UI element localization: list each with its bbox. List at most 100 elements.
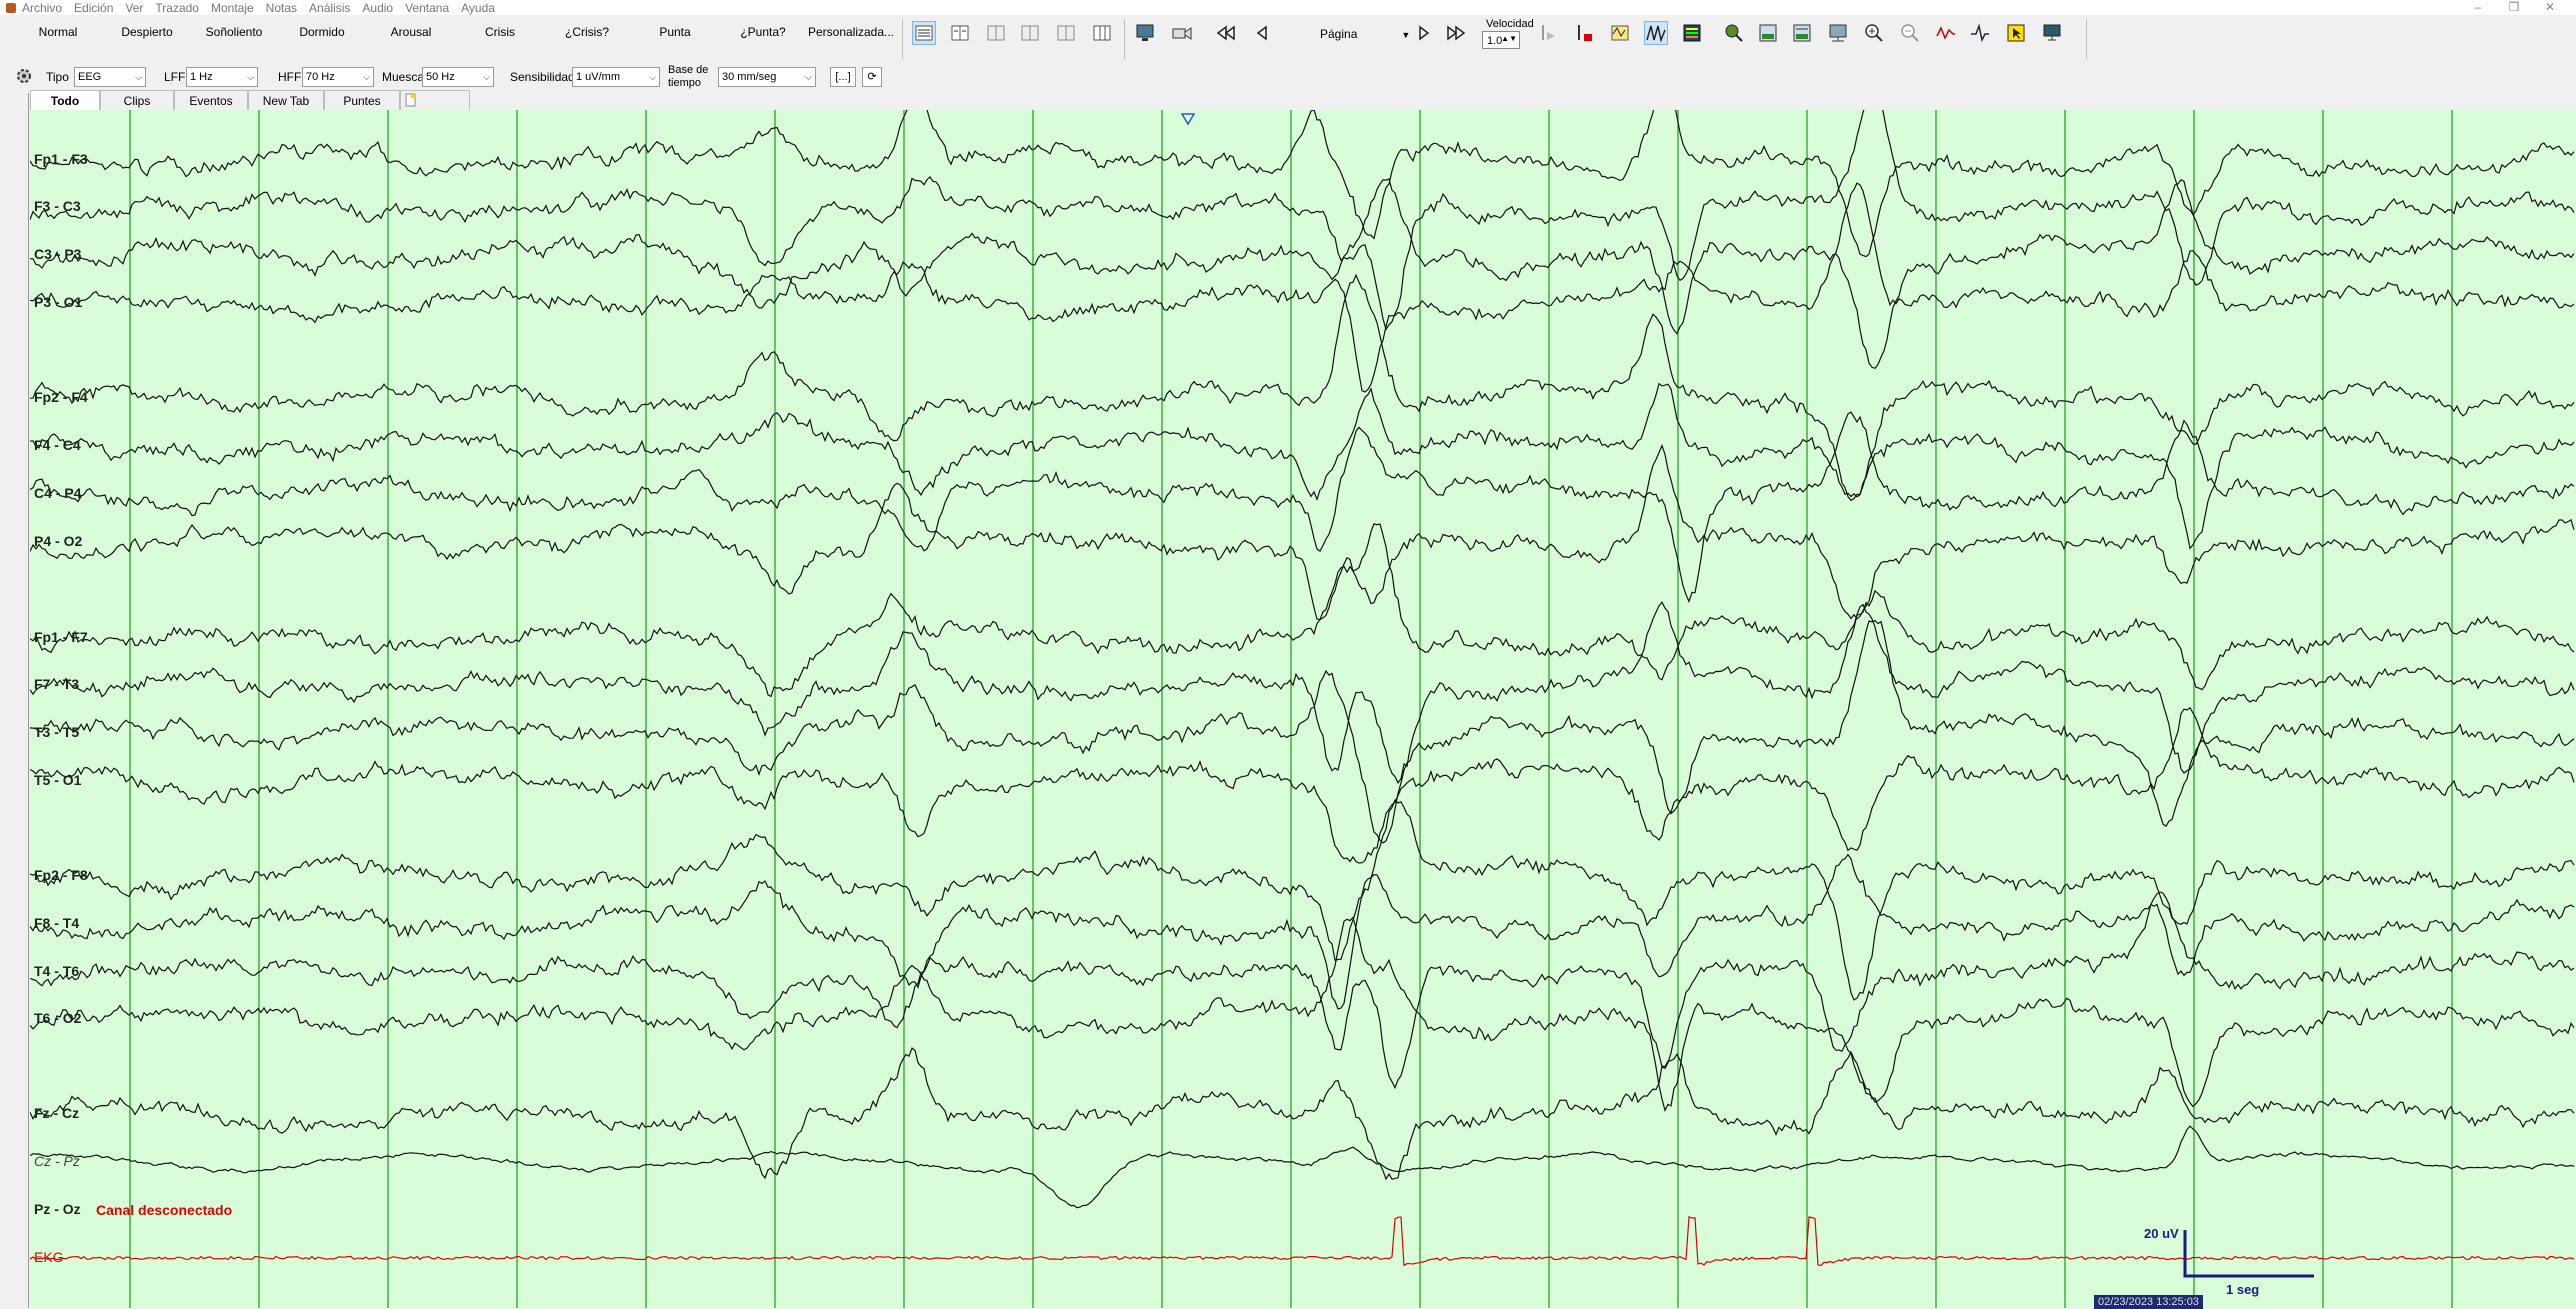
state-despierto-button[interactable]: Despierto <box>112 21 182 43</box>
menu-ayuda[interactable]: Ayuda <box>461 1 495 15</box>
add-tab-icon[interactable] <box>400 90 470 110</box>
marker-red-icon[interactable] <box>1572 21 1596 45</box>
layout-book-icon[interactable] <box>948 21 972 45</box>
tab-eventos[interactable]: Eventos <box>174 90 248 110</box>
network-icon[interactable] <box>1826 21 1850 45</box>
tab-new-tab[interactable]: New Tab <box>248 90 324 110</box>
marker-gray-icon[interactable] <box>1536 21 1560 45</box>
cursor-icon[interactable] <box>2004 21 2028 45</box>
minimize-icon[interactable]: – <box>2460 0 2496 14</box>
menu-audio[interactable]: Audio <box>362 1 393 15</box>
state-punta-button[interactable]: Punta <box>646 21 704 43</box>
tab-puntes[interactable]: Puntes <box>324 90 400 110</box>
menu-analisis[interactable]: Análisis <box>309 1 350 15</box>
display-icon[interactable] <box>2040 21 2064 45</box>
restore-icon[interactable]: ❐ <box>2496 0 2532 14</box>
sensitivity-select[interactable]: 1 uV/mm ⌵ <box>572 67 660 87</box>
report-list-icon[interactable] <box>1790 21 1814 45</box>
fast-forward-icon[interactable] <box>1444 21 1468 45</box>
hff-value: 70 Hz <box>306 71 335 83</box>
previous-icon[interactable] <box>1250 21 1274 45</box>
state-personalizada-button[interactable]: Personalizada... <box>806 21 896 43</box>
lff-select[interactable]: 1 Hz ⌵ <box>186 67 258 87</box>
channel-label[interactable]: T4 - T6 <box>34 963 79 979</box>
zoom-out-icon[interactable] <box>1898 21 1922 45</box>
state-crisis-q-button[interactable]: ¿Crisis? <box>556 21 618 43</box>
type-select[interactable]: EEG ⌵ <box>74 67 146 87</box>
channel-label[interactable]: Fp1 - F3 <box>34 151 88 167</box>
menu-edicion[interactable]: Edición <box>74 1 113 15</box>
menu-archivo[interactable]: Archivo <box>22 1 62 15</box>
channel-label[interactable]: C3 - P3 <box>34 246 81 262</box>
hff-select[interactable]: 70 Hz ⌵ <box>302 67 374 87</box>
state-arousal-button[interactable]: Arousal <box>378 21 444 43</box>
montage-edit-icon[interactable] <box>1608 21 1632 45</box>
channel-label[interactable]: Cz - Pz <box>34 1153 80 1169</box>
refresh-icon[interactable]: ⟳ <box>862 67 882 87</box>
state-punta-q-button[interactable]: ¿Punta? <box>732 21 794 43</box>
spectrum-icon[interactable] <box>1680 21 1704 45</box>
rewind-icon[interactable] <box>1214 21 1238 45</box>
state-sonoliento-button[interactable]: Soñoliento <box>198 21 270 43</box>
menu-ventana[interactable]: Ventana <box>405 1 449 15</box>
channel-label[interactable]: P4 - O2 <box>34 533 82 549</box>
next-icon[interactable] <box>1412 21 1436 45</box>
tab-todo[interactable]: Todo <box>30 90 100 110</box>
channel-label[interactable]: P3 - O1 <box>34 294 82 310</box>
tab-clips[interactable]: Clips <box>100 90 174 110</box>
report-green-icon[interactable] <box>1756 21 1780 45</box>
layout-split-icon[interactable] <box>984 21 1008 45</box>
layout-split3-icon[interactable] <box>1054 21 1078 45</box>
menu-montaje[interactable]: Montaje <box>211 1 254 15</box>
channel-label[interactable]: Pz - Oz <box>34 1201 81 1217</box>
channel-label[interactable]: C4 - P4 <box>34 485 81 501</box>
state-crisis-button[interactable]: Crisis <box>470 21 530 43</box>
channel-label[interactable]: F8 - T4 <box>34 915 79 931</box>
left-panel[interactable] <box>0 93 29 1308</box>
speed-input[interactable]: 1.0 ▲▼ <box>1482 31 1520 49</box>
channel-label[interactable]: F4 - C4 <box>34 437 81 453</box>
channel-label[interactable]: F7 - T3 <box>34 676 79 692</box>
zoom-in-icon[interactable] <box>1862 21 1886 45</box>
channel-label[interactable]: Fp2 - F8 <box>34 867 88 883</box>
layout-columns-icon[interactable] <box>1090 21 1114 45</box>
video-camera-icon[interactable] <box>1170 21 1194 45</box>
channel-label[interactable]: T5 - O1 <box>34 772 81 788</box>
chevron-down-icon: ⌵ <box>805 72 812 82</box>
timebase-value: 30 mm/seg <box>722 71 777 83</box>
layout-split2-icon[interactable] <box>1018 21 1042 45</box>
timebase-select[interactable]: 30 mm/seg ⌵ <box>718 67 816 87</box>
layout-single-icon[interactable] <box>912 21 936 45</box>
chevron-down-icon: ⌵ <box>135 72 142 82</box>
settings-gear-icon[interactable] <box>14 66 34 86</box>
view-tabs: Todo Clips Eventos New Tab Puntes <box>30 90 470 110</box>
eeg-trace <box>30 601 2575 784</box>
menu-notas[interactable]: Notas <box>266 1 297 15</box>
menu-trazado[interactable]: Trazado <box>155 1 199 15</box>
app-icon <box>6 2 16 13</box>
state-normal-button[interactable]: Normal <box>30 21 86 43</box>
channel-label[interactable]: EKG <box>34 1249 64 1265</box>
channel-label[interactable]: T3 - T5 <box>34 724 79 740</box>
page-selector[interactable]: Página ▼ <box>1320 27 1410 41</box>
waveform-red-icon[interactable] <box>1934 21 1958 45</box>
monitor-icon[interactable] <box>1134 21 1158 45</box>
notch-select[interactable]: 50 Hz ⌵ <box>422 67 494 87</box>
patient-search-icon[interactable] <box>1722 21 1746 45</box>
menu-ver[interactable]: Ver <box>125 1 143 15</box>
waveform-blue-icon[interactable] <box>1968 21 1992 45</box>
main-toolbar: Normal Despierto Soñoliento Dormido Arou… <box>0 15 2576 64</box>
bracket-button[interactable]: [...] <box>830 67 856 87</box>
menu-bar: Archivo Edición Ver Trazado Montaje Nota… <box>0 0 2576 15</box>
state-dormido-button[interactable]: Dormido <box>290 21 354 43</box>
channel-label[interactable]: Fp2 - F4 <box>34 389 88 405</box>
amplitude-scale-label: 20 uV <box>2144 1226 2179 1241</box>
spinner-icon[interactable]: ▲▼ <box>1501 30 1517 48</box>
channel-label[interactable]: F3 - C3 <box>34 198 81 214</box>
eeg-chart[interactable] <box>30 110 2576 1308</box>
channel-label[interactable]: Fp1 - F7 <box>34 629 88 645</box>
spike-detect-icon[interactable] <box>1644 21 1668 45</box>
channel-label[interactable]: Fz - Cz <box>34 1105 79 1121</box>
close-icon[interactable]: ✕ <box>2532 0 2568 14</box>
channel-label[interactable]: T6 - O2 <box>34 1010 81 1026</box>
